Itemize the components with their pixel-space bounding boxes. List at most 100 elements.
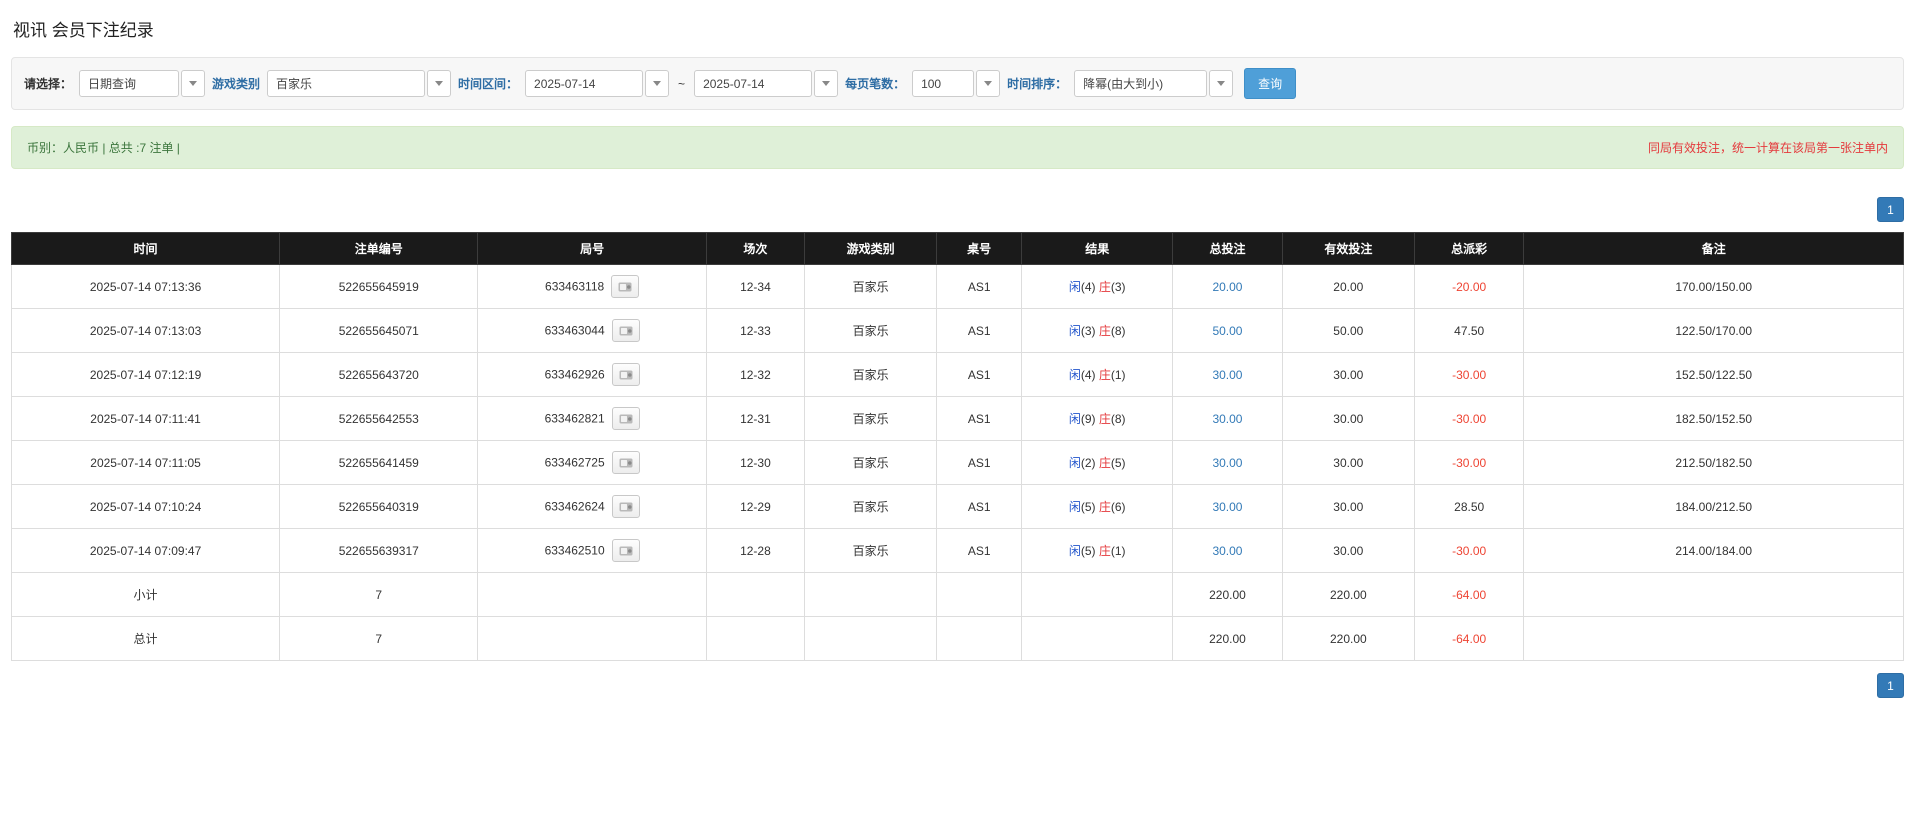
query-type-input[interactable] <box>79 70 180 97</box>
total-bet-link[interactable]: 50.00 <box>1212 324 1242 338</box>
total-bet-link[interactable]: 30.00 <box>1212 412 1242 426</box>
result-banker-label: 庄 <box>1098 500 1111 514</box>
header-game-type: 游戏类别 <box>804 232 938 265</box>
pagination-top: 1 <box>11 197 1904 222</box>
date-to-input[interactable] <box>694 70 813 97</box>
total-bet-link[interactable]: 20.00 <box>1212 280 1242 294</box>
chevron-down-icon <box>1217 81 1226 86</box>
result-banker-value: (8) <box>1110 324 1126 338</box>
result-player-value: (3) <box>1080 324 1096 338</box>
total-valid-bet: 220.00 <box>1281 616 1415 661</box>
game-type-input[interactable] <box>267 70 426 97</box>
chevron-down-icon <box>822 81 831 86</box>
search-button[interactable]: 查询 <box>1244 68 1297 99</box>
total-bet-cell: 30.00 <box>1172 396 1283 441</box>
payout-cell: -30.00 <box>1413 528 1525 573</box>
round-replay-button[interactable] <box>611 451 640 474</box>
note-cell: 170.00/150.00 <box>1523 264 1904 309</box>
page-size-input[interactable] <box>912 70 975 97</box>
session-cell: 12-31 <box>705 396 806 441</box>
table-body: 2025-07-14 07:13:36 522655645919 6334631… <box>10 264 1904 573</box>
subtotal-total-bet: 220.00 <box>1172 572 1283 617</box>
session-cell: 12-28 <box>705 528 806 573</box>
header-payout: 总派彩 <box>1413 232 1525 265</box>
round-replay-button[interactable] <box>611 363 640 386</box>
round-id-cell: 633463044 <box>477 308 707 353</box>
result-player-label: 闲 <box>1068 324 1081 338</box>
round-replay-button[interactable] <box>611 495 640 518</box>
header-session: 场次 <box>705 232 806 265</box>
video-replay-icon <box>618 282 632 291</box>
video-replay-icon <box>619 414 633 423</box>
result-banker-value: (1) <box>1110 368 1126 382</box>
round-replay-button[interactable] <box>611 539 640 562</box>
time-cell: 2025-07-14 07:13:36 <box>10 264 281 309</box>
total-bet-link[interactable]: 30.00 <box>1212 500 1242 514</box>
total-row: 总计 7 220.00 220.00 -64.00 <box>10 616 1904 661</box>
sort-order-combo <box>1074 70 1234 97</box>
video-replay-icon <box>619 502 633 511</box>
subtotal-valid-bet: 220.00 <box>1281 572 1415 617</box>
round-id-cell: 633462624 <box>477 484 707 529</box>
result-player-label: 闲 <box>1068 544 1081 558</box>
round-id: 633462725 <box>544 455 605 470</box>
page-1-button[interactable]: 1 <box>1877 673 1904 698</box>
bet-id-cell: 522655645919 <box>279 264 479 309</box>
bet-id-cell: 522655643720 <box>279 352 479 397</box>
page-size-label: 每页笔数： <box>845 77 906 91</box>
round-id: 633463044 <box>544 323 605 338</box>
bet-id-cell: 522655641459 <box>279 440 479 485</box>
page: 视讯 会员下注纪录 请选择： 游戏类别 时间区间： ~ 每页笔数： 时间排序： <box>0 0 1915 728</box>
note-cell: 122.50/170.00 <box>1523 308 1904 353</box>
game-type-cell: 百家乐 <box>804 264 938 309</box>
sort-order-dropdown-button[interactable] <box>1209 70 1234 97</box>
table-row: 2025-07-14 07:13:03 522655645071 6334630… <box>10 308 1904 353</box>
time-cell: 2025-07-14 07:11:05 <box>10 440 281 485</box>
date-to-combo <box>694 70 839 97</box>
round-replay-button[interactable] <box>611 275 640 298</box>
header-note: 备注 <box>1523 232 1904 265</box>
total-bet-link[interactable]: 30.00 <box>1212 368 1242 382</box>
game-type-dropdown-button[interactable] <box>427 70 452 97</box>
subtotal-row: 小计 7 220.00 220.00 -64.00 <box>10 572 1904 617</box>
session-cell: 12-32 <box>705 352 806 397</box>
game-type-cell: 百家乐 <box>804 352 938 397</box>
result-player-label: 闲 <box>1068 412 1081 426</box>
table-row: 2025-07-14 07:11:05 522655641459 6334627… <box>10 440 1904 485</box>
result-banker-value: (3) <box>1110 280 1126 294</box>
total-bet-cell: 30.00 <box>1172 528 1283 573</box>
result-banker-label: 庄 <box>1098 280 1111 294</box>
round-replay-button[interactable] <box>611 407 640 430</box>
result-player-value: (5) <box>1080 544 1096 558</box>
round-replay-button[interactable] <box>611 319 640 342</box>
table-row: 2025-07-14 07:12:19 522655643720 6334629… <box>10 352 1904 397</box>
page-size-dropdown-button[interactable] <box>976 70 1001 97</box>
round-id-cell: 633462725 <box>477 440 707 485</box>
round-id: 633462821 <box>544 411 605 426</box>
page-1-button[interactable]: 1 <box>1877 197 1904 222</box>
note-cell: 214.00/184.00 <box>1523 528 1904 573</box>
valid-bet-cell: 30.00 <box>1281 352 1415 397</box>
game-type-label: 游戏类别 <box>212 77 261 91</box>
total-bet-link[interactable]: 30.00 <box>1212 456 1242 470</box>
date-from-input[interactable] <box>525 70 644 97</box>
chevron-down-icon <box>435 81 444 86</box>
header-total-bet: 总投注 <box>1172 232 1283 265</box>
query-type-dropdown-button[interactable] <box>181 70 206 97</box>
subtotal-label: 小计 <box>10 572 281 617</box>
date-to-dropdown-button[interactable] <box>814 70 839 97</box>
sort-order-label: 时间排序： <box>1007 77 1068 91</box>
date-from-dropdown-button[interactable] <box>645 70 670 97</box>
video-replay-icon <box>619 458 633 467</box>
table-no-cell: AS1 <box>936 396 1023 441</box>
total-bet-cell: 30.00 <box>1172 440 1283 485</box>
table-no-cell: AS1 <box>936 528 1023 573</box>
sort-order-input[interactable] <box>1074 70 1208 97</box>
total-bet-link[interactable]: 30.00 <box>1212 544 1242 558</box>
result-banker-label: 庄 <box>1098 456 1111 470</box>
game-type-cell: 百家乐 <box>804 396 938 441</box>
valid-bet-cell: 30.00 <box>1281 484 1415 529</box>
result-banker-label: 庄 <box>1098 544 1111 558</box>
result-player-label: 闲 <box>1068 368 1081 382</box>
game-type-cell: 百家乐 <box>804 528 938 573</box>
